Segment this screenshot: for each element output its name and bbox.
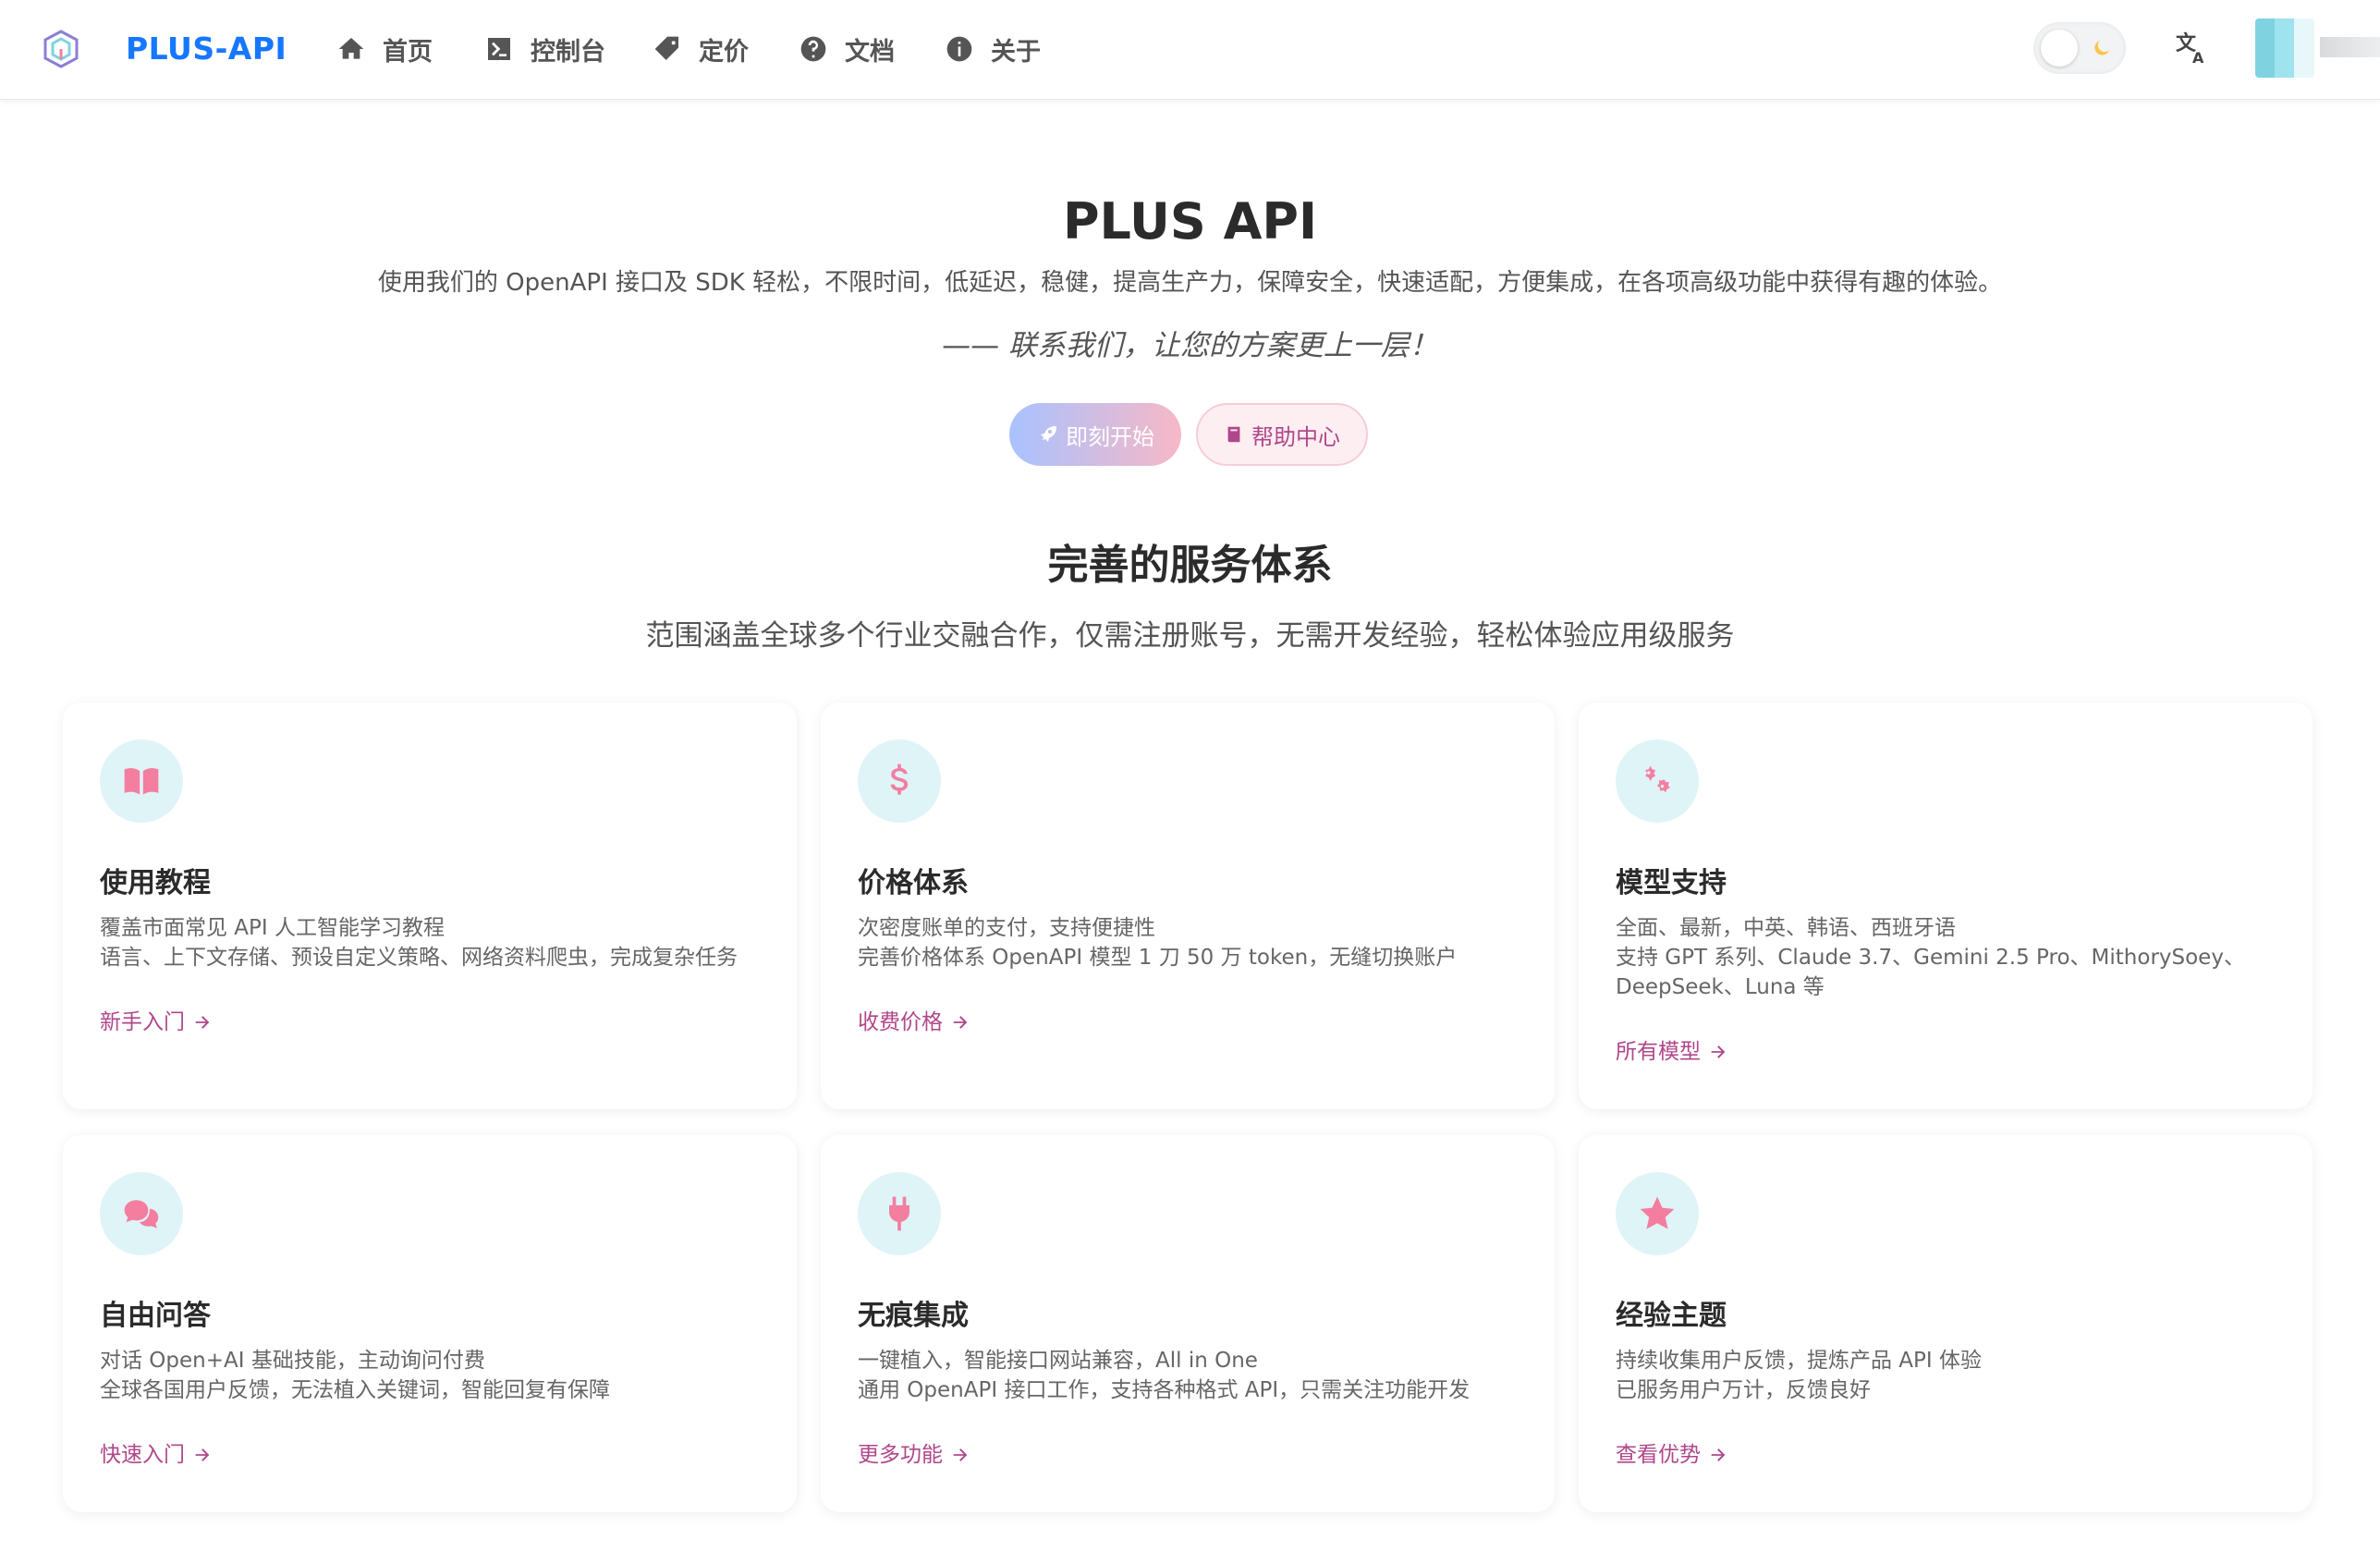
card-text: 已服务用户万计，反馈良好 bbox=[1616, 1378, 1871, 1402]
brand-name[interactable]: PLUS-API bbox=[126, 28, 287, 70]
nav-item-pricing[interactable]: 定价 bbox=[653, 28, 749, 70]
card-link[interactable]: 更多功能 bbox=[858, 1440, 970, 1470]
plug-icon bbox=[889, 1196, 909, 1231]
rocket-icon bbox=[1041, 426, 1056, 442]
logo-icon[interactable] bbox=[41, 29, 81, 69]
arrow-right-icon bbox=[195, 1016, 210, 1029]
hero-quote: —— 联系我们，让您的方案更上一层！ bbox=[942, 329, 1438, 362]
card-integration: 无痕集成 一键植入，智能接口网站兼容，All in One 通用 OpenAPI… bbox=[821, 1135, 1555, 1512]
card-link-label: 查看优势 bbox=[1616, 1443, 1701, 1467]
card-link[interactable]: 查看优势 bbox=[1616, 1440, 1728, 1470]
card-icon-wrap bbox=[858, 1172, 941, 1255]
card-icon-wrap bbox=[858, 739, 941, 823]
start-button-label: 即刻开始 bbox=[1066, 423, 1154, 450]
nav-item-docs[interactable]: 文档 bbox=[799, 28, 895, 70]
card-title: 模型支持 bbox=[1616, 867, 1727, 899]
translate-icon[interactable]: 文 A bbox=[2174, 30, 2211, 67]
hero-title: PLUS API bbox=[1062, 192, 1318, 251]
card-title: 无痕集成 bbox=[858, 1300, 969, 1332]
nav-item-label: 文档 bbox=[845, 37, 895, 67]
card-text: 一键植入，智能接口网站兼容，All in One bbox=[858, 1349, 1258, 1373]
card-link[interactable]: 新手入门 bbox=[100, 1008, 213, 1037]
card-experience: 经验主题 持续收集用户反馈，提炼产品 API 体验 已服务用户万计，反馈良好 查… bbox=[1579, 1135, 2313, 1512]
moon-icon bbox=[2094, 41, 2109, 55]
card-pricing: 价格体系 次密度账单的支付，支持便捷性 完善价格体系 OpenAPI 模型 1 … bbox=[821, 703, 1555, 1109]
theme-toggle[interactable] bbox=[2033, 22, 2126, 74]
nav-item-label: 控制台 bbox=[531, 37, 605, 67]
card-icon-wrap bbox=[1616, 739, 1699, 823]
user-avatar[interactable] bbox=[2255, 18, 2314, 78]
username-placeholder[interactable] bbox=[2320, 37, 2380, 57]
nav-item-label: 定价 bbox=[699, 37, 749, 67]
arrow-right-icon bbox=[195, 1448, 210, 1461]
arrow-right-icon bbox=[1711, 1448, 1726, 1461]
terminal-icon bbox=[488, 38, 510, 60]
card-text: DeepSeek、Luna 等 bbox=[1616, 975, 1825, 999]
nav-item-label: 首页 bbox=[383, 37, 433, 67]
arrow-right-icon bbox=[953, 1448, 968, 1461]
nav-item-about[interactable]: 关于 bbox=[945, 28, 1041, 70]
home-icon bbox=[338, 38, 364, 59]
dollar-icon bbox=[890, 764, 909, 795]
card-text: 全球各国用户反馈，无法植入关键词，智能回复有保障 bbox=[100, 1378, 610, 1402]
card-title: 经验主题 bbox=[1616, 1300, 1727, 1332]
card-link[interactable]: 快速入门 bbox=[100, 1440, 213, 1470]
card-text: 持续收集用户反馈，提炼产品 API 体验 bbox=[1616, 1349, 1983, 1373]
card-models: 模型支持 全面、最新，中英、韩语、西班牙语 支持 GPT 系列、Claude 3… bbox=[1579, 703, 2313, 1109]
nav-item-label: 关于 bbox=[991, 37, 1041, 67]
card-icon-wrap bbox=[1616, 1172, 1699, 1255]
card-link-label: 更多功能 bbox=[858, 1443, 943, 1467]
gears-icon bbox=[1645, 765, 1670, 793]
card-text: 语言、上下文存储、预设自定义策略、网络资料爬虫，完成复杂任务 bbox=[100, 946, 738, 970]
info-circle-icon bbox=[946, 36, 972, 62]
start-button[interactable]: 即刻开始 bbox=[1009, 403, 1181, 466]
hero-description: 使用我们的 OpenAPI 接口及 SDK 轻松，不限时间，低延迟，稳健，提高生… bbox=[377, 269, 2003, 297]
card-text: 完善价格体系 OpenAPI 模型 1 刀 50 万 token，无缝切换账户 bbox=[858, 946, 1458, 970]
question-circle-icon bbox=[800, 36, 826, 62]
card-link-label: 新手入门 bbox=[100, 1010, 185, 1034]
card-text: 对话 Open+AI 基础技能，主动询问付费 bbox=[100, 1349, 485, 1373]
card-text: 次密度账单的支付，支持便捷性 bbox=[858, 916, 1155, 940]
section-title: 完善的服务体系 bbox=[1047, 542, 1333, 589]
top-navbar: PLUS-API 首页 控制台 定价 文档 关于 文 A bbox=[0, 0, 2380, 100]
card-text: 覆盖市面常见 API 人工智能学习教程 bbox=[100, 916, 445, 940]
card-icon-wrap bbox=[100, 1172, 183, 1255]
book-icon bbox=[1227, 426, 1240, 443]
card-qa: 自由问答 对话 Open+AI 基础技能，主动询问付费 全球各国用户反馈，无法植… bbox=[63, 1135, 797, 1512]
card-title: 自由问答 bbox=[100, 1300, 211, 1332]
nav-item-console[interactable]: 控制台 bbox=[484, 28, 605, 70]
arrow-right-icon bbox=[1711, 1045, 1726, 1058]
arrow-right-icon bbox=[953, 1016, 968, 1029]
card-link-label: 所有模型 bbox=[1616, 1040, 1701, 1064]
card-icon-wrap bbox=[100, 739, 183, 823]
help-center-button[interactable]: 帮助中心 bbox=[1196, 403, 1368, 466]
card-text: 支持 GPT 系列、Claude 3.7、Gemini 2.5 Pro、Mith… bbox=[1616, 946, 2245, 970]
help-button-label: 帮助中心 bbox=[1251, 423, 1340, 450]
card-link[interactable]: 收费价格 bbox=[858, 1008, 970, 1037]
card-title: 使用教程 bbox=[100, 867, 211, 899]
card-text: 全面、最新，中英、韩语、西班牙语 bbox=[1616, 916, 1956, 940]
section-subtitle: 范围涵盖全球多个行业交融合作，仅需注册账号，无需开发经验，轻松体验应用级服务 bbox=[645, 619, 1735, 653]
svg-text:A: A bbox=[2192, 49, 2204, 67]
card-link-label: 快速入门 bbox=[100, 1443, 185, 1467]
book-open-icon bbox=[124, 767, 159, 795]
card-text: 通用 OpenAPI 接口工作，支持各种格式 API，只需关注功能开发 bbox=[858, 1378, 1471, 1402]
card-tutorial: 使用教程 覆盖市面常见 API 人工智能学习教程 语言、上下文存储、预设自定义策… bbox=[63, 703, 797, 1109]
toggle-knob bbox=[2041, 30, 2078, 67]
chat-bubbles-icon bbox=[124, 1200, 159, 1228]
card-link[interactable]: 所有模型 bbox=[1616, 1037, 1728, 1067]
card-title: 价格体系 bbox=[858, 867, 969, 899]
nav-item-home[interactable]: 首页 bbox=[336, 28, 433, 70]
tag-icon bbox=[654, 36, 678, 60]
star-icon bbox=[1640, 1196, 1675, 1229]
card-link-label: 收费价格 bbox=[858, 1010, 943, 1034]
